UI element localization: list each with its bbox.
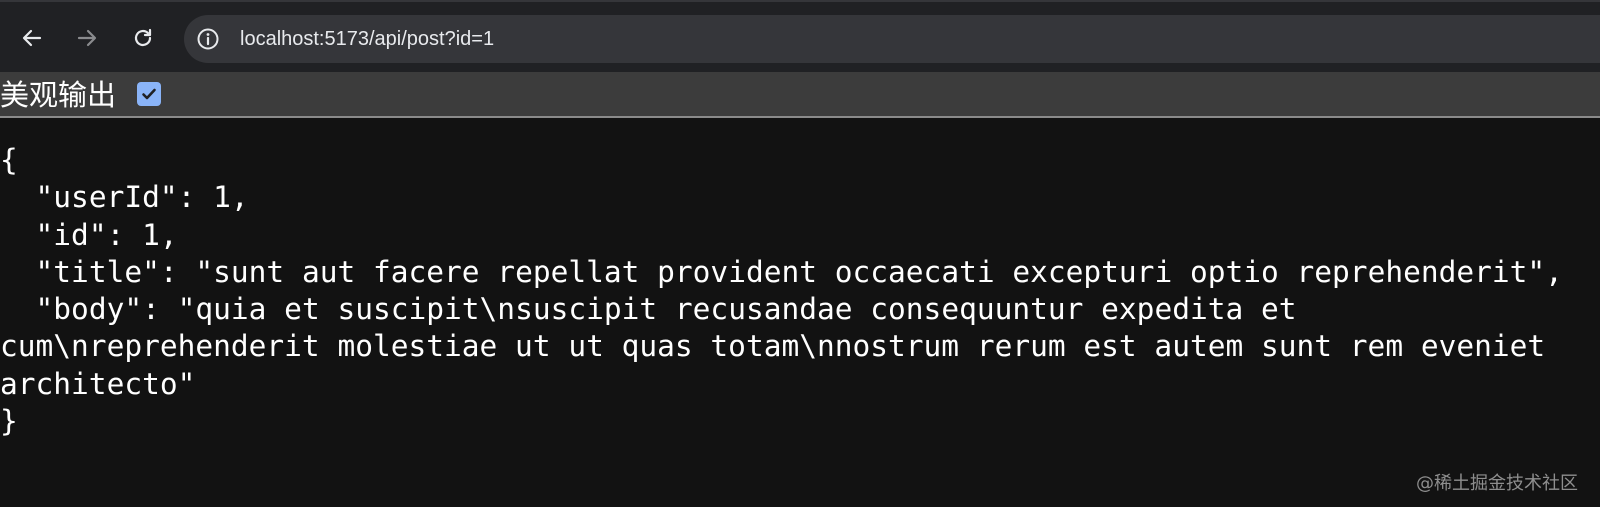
back-button[interactable]	[16, 22, 48, 54]
pretty-print-bar: 美观输出	[0, 72, 1600, 118]
reload-icon	[134, 28, 152, 47]
forward-button[interactable]	[71, 22, 103, 54]
reload-button[interactable]	[127, 22, 159, 54]
info-icon[interactable]	[196, 27, 220, 51]
pretty-print-checkbox[interactable]	[137, 82, 161, 106]
watermark: @稀土掘金技术社区	[1416, 473, 1578, 494]
pretty-print-label: 美观输出	[0, 78, 117, 112]
json-output: { "userId": 1, "id": 1, "title": "sunt a…	[0, 143, 1563, 439]
address-bar[interactable]: localhost:5173/api/post?id=1	[184, 15, 1600, 63]
checkmark-icon	[142, 88, 156, 100]
browser-toolbar: localhost:5173/api/post?id=1	[0, 0, 1600, 72]
arrow-left-icon	[22, 29, 42, 47]
arrow-right-icon	[77, 29, 97, 47]
url-text[interactable]: localhost:5173/api/post?id=1	[240, 15, 494, 63]
